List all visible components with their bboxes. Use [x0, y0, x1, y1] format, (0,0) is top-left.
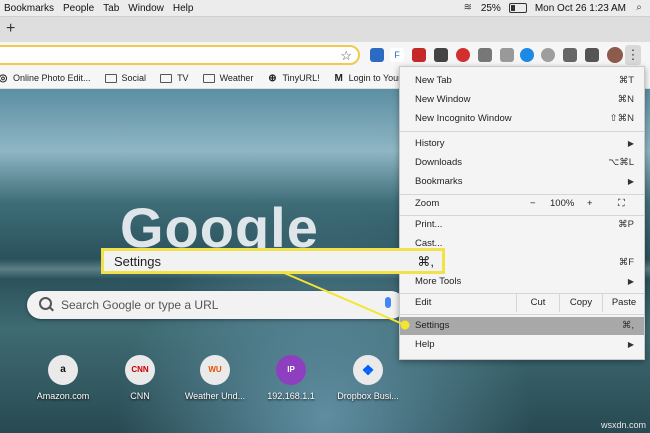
menu-separator — [400, 314, 644, 315]
menu-more-tools[interactable]: More Tools ▶ — [400, 273, 644, 291]
cnn-icon: CNN — [125, 355, 155, 385]
cut-button[interactable]: Cut — [516, 294, 559, 312]
tab-strip: + — [0, 17, 650, 42]
menubar-bookmarks[interactable]: Bookmarks — [4, 3, 54, 14]
menubar-people[interactable]: People — [63, 3, 94, 14]
menu-downloads[interactable]: Downloads ⌥⌘L — [400, 154, 644, 172]
search-box[interactable]: Search Google or type a URL — [27, 291, 405, 319]
bookmark-folder-weather[interactable]: Weather — [202, 73, 253, 83]
bookmark-folder-tv[interactable]: TV — [160, 73, 189, 83]
menu-print[interactable]: Print... ⌘P — [400, 216, 644, 234]
menu-history[interactable]: History ▶ — [400, 135, 644, 153]
battery-percent: 25% — [480, 2, 501, 14]
menubar-clock[interactable]: Mon Oct 26 1:23 AM — [535, 3, 626, 14]
m-icon: M — [334, 72, 343, 84]
shortcut-label: Amazon.com — [36, 391, 90, 401]
extension-icon-4[interactable] — [434, 48, 448, 62]
fullscreen-icon[interactable]: ⛶ — [618, 195, 625, 213]
menubar-help[interactable]: Help — [173, 3, 194, 14]
zoom-out-button[interactable]: − — [530, 195, 536, 213]
chrome-menu-button[interactable]: ⋮ — [625, 45, 641, 65]
search-icon — [39, 297, 52, 310]
extension-icon-1[interactable] — [370, 48, 384, 62]
watermark: wsxdn.com — [600, 420, 646, 430]
extension-icon-9[interactable] — [541, 48, 555, 62]
folder-icon — [160, 73, 173, 83]
menu-new-window[interactable]: New Window ⌘N — [400, 91, 644, 109]
folder-icon — [104, 73, 117, 83]
shortcut-amazon[interactable]: a Amazon.com — [28, 355, 98, 401]
submenu-arrow-icon: ▶ — [627, 277, 634, 286]
bookmark-folder-social[interactable]: Social — [104, 73, 146, 83]
settings-callout: Settings ⌘, — [101, 248, 445, 274]
shortcut-label: Dropbox Busi... — [337, 391, 399, 401]
submenu-arrow-icon: ▶ — [627, 177, 634, 186]
amazon-icon: a — [48, 355, 78, 385]
submenu-arrow-icon: ▶ — [627, 139, 634, 148]
shortcut-label: 192.168.1.1 — [267, 391, 315, 401]
copy-button[interactable]: Copy — [559, 294, 602, 312]
battery-icon[interactable] — [508, 3, 527, 13]
shortcut-cnn[interactable]: CNN CNN — [105, 355, 175, 401]
folder-icon — [202, 73, 215, 83]
callout-label: Settings — [114, 254, 161, 269]
shortcut-label: Weather Und... — [184, 391, 246, 401]
menu-new-incognito-window[interactable]: New Incognito Window ⇧⌘N — [400, 110, 644, 128]
menu-zoom: Zoom — [415, 198, 440, 209]
address-bar[interactable]: ☆ — [0, 45, 360, 65]
menubar-status: ≋ 25% Mon Oct 26 1:23 AM ⌕ — [463, 0, 644, 16]
extension-icon-7[interactable] — [500, 48, 514, 62]
menu-help[interactable]: Help ▶ — [400, 336, 644, 354]
dropbox-icon: ❖ — [353, 355, 383, 385]
extension-icon-10[interactable] — [563, 48, 577, 62]
extension-icon-2[interactable]: F — [390, 48, 404, 62]
tinyurl-icon: ⊕ — [268, 72, 277, 84]
menu-settings[interactable]: Settings ⌘, — [400, 317, 644, 335]
puzzle-icon[interactable] — [585, 48, 599, 62]
extension-icon-5[interactable] — [456, 48, 470, 62]
shortcut-label: CNN — [130, 391, 150, 401]
spotlight-icon[interactable]: ⌕ — [634, 3, 644, 13]
extension-icon-6[interactable] — [478, 48, 492, 62]
menu-separator — [400, 131, 644, 132]
zoom-level: 100% — [550, 198, 575, 209]
paste-button[interactable]: Paste — [602, 294, 645, 312]
zoom-in-button[interactable]: + — [587, 195, 593, 213]
browser-toolbar: ☆ F — [0, 42, 650, 68]
menubar-window[interactable]: Window — [128, 3, 164, 14]
shortcut-weather[interactable]: WU Weather Und... — [180, 355, 250, 401]
mac-menubar: Bookmarks People Tab Window Help ≋ 25% M… — [0, 0, 650, 17]
bookmark-tinyurl[interactable]: ⊕ TinyURL! — [267, 73, 319, 84]
chrome-menu: New Tab ⌘T New Window ⌘N New Incognito W… — [399, 66, 645, 360]
globe-icon: ◎ — [0, 72, 8, 84]
bookmark-star-icon[interactable]: ☆ — [340, 48, 352, 64]
shortcut-ip[interactable]: IP 192.168.1.1 — [256, 355, 326, 401]
extension-icon-8[interactable] — [520, 48, 534, 62]
menu-new-tab[interactable]: New Tab ⌘T — [400, 72, 644, 90]
search-placeholder: Search Google or type a URL — [61, 298, 219, 312]
bookmark-item[interactable]: ◎ Online Photo Edit... — [0, 73, 91, 84]
ip-icon: IP — [276, 355, 306, 385]
weather-underground-icon: WU — [200, 355, 230, 385]
shortcut-dropbox[interactable]: ❖ Dropbox Busi... — [333, 355, 403, 401]
extension-icon-3[interactable] — [412, 48, 426, 62]
menubar-tab[interactable]: Tab — [103, 3, 119, 14]
microphone-icon[interactable] — [385, 297, 391, 308]
profile-avatar[interactable] — [607, 47, 623, 63]
new-tab-button[interactable]: + — [6, 20, 15, 38]
menu-bookmarks[interactable]: Bookmarks ▶ — [400, 173, 644, 191]
submenu-arrow-icon: ▶ — [627, 340, 634, 349]
callout-shortcut: ⌘, — [417, 254, 434, 269]
wifi-icon[interactable]: ≋ — [463, 3, 473, 13]
